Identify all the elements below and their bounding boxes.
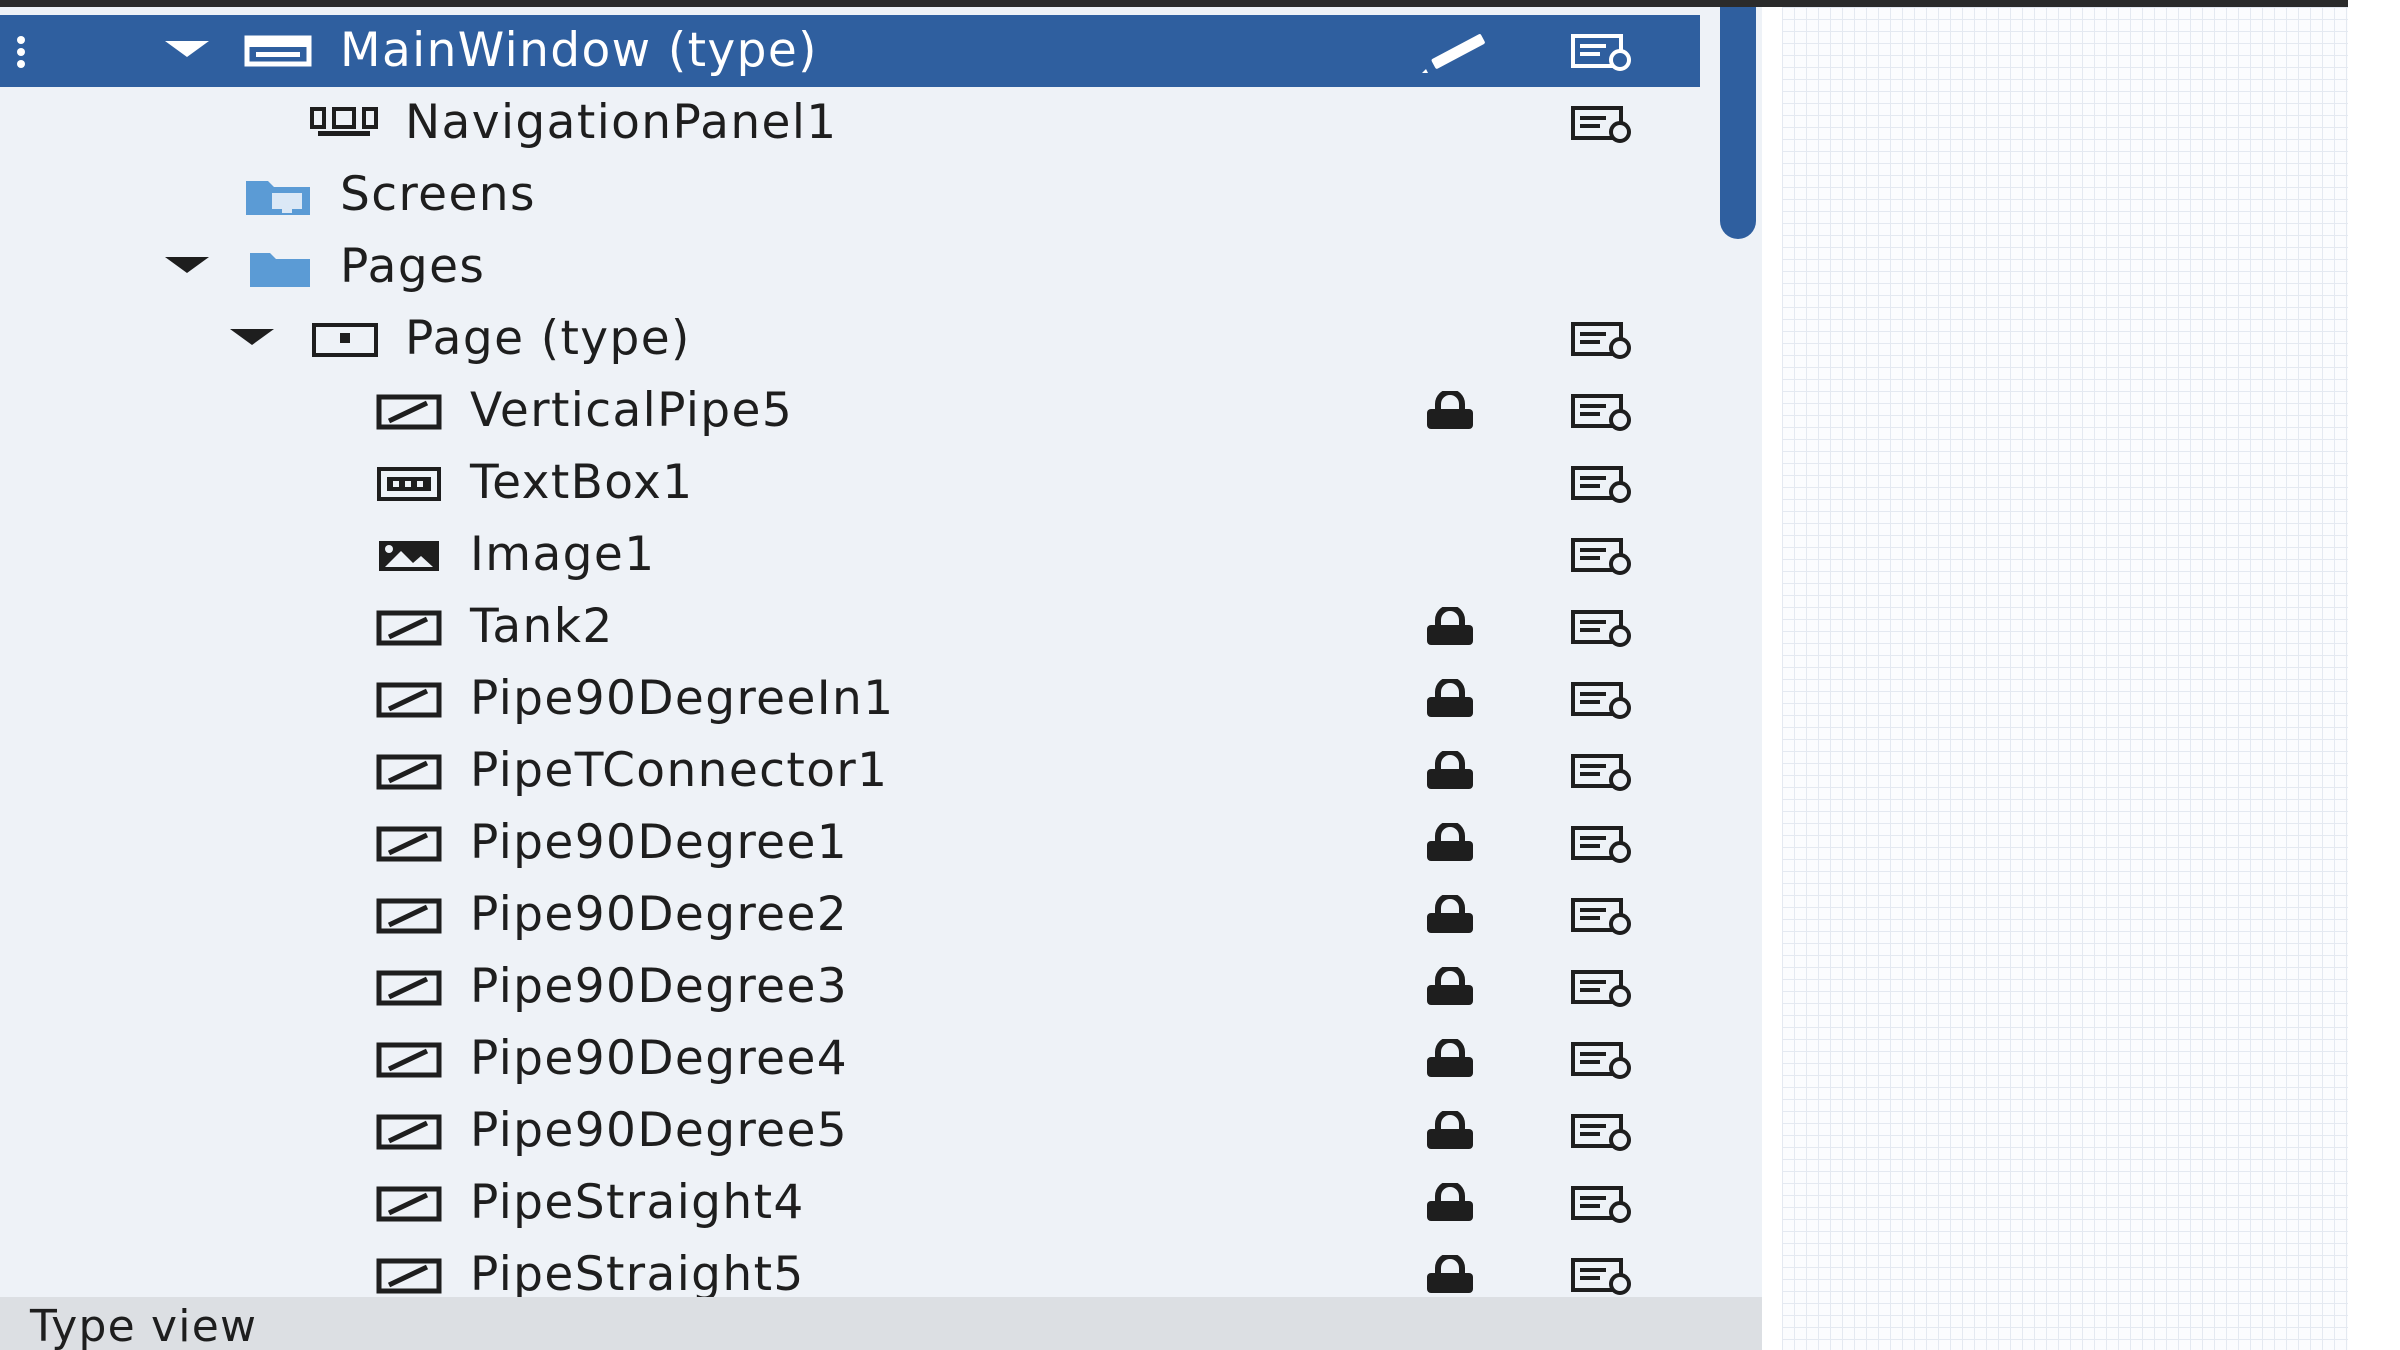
tree-row-label: NavigationPanel1	[405, 95, 838, 150]
tree-row-label: MainWindow (type)	[340, 23, 818, 78]
project-tree[interactable]: MainWindow (type) NavigationPanel1 Scree…	[0, 7, 1762, 1350]
tree-scrollbar[interactable]	[1720, 7, 1756, 239]
lock-icon[interactable]	[1423, 607, 1477, 647]
tree-row-pipe90degree5[interactable]: Pipe90Degree5	[0, 1095, 1700, 1167]
properties-icon[interactable]	[1570, 465, 1634, 503]
page-icon	[312, 323, 378, 357]
textbox-icon	[377, 467, 441, 501]
lock-icon[interactable]	[1423, 1183, 1477, 1223]
lock-icon[interactable]	[1423, 391, 1477, 431]
symbol-icon	[376, 898, 442, 934]
lock-icon[interactable]	[1423, 823, 1477, 863]
expand-arrow-icon[interactable]	[230, 329, 274, 345]
expand-arrow-icon[interactable]	[165, 257, 209, 273]
lock-icon[interactable]	[1423, 1039, 1477, 1079]
tree-row-label: Pipe90Degree1	[470, 815, 849, 870]
symbol-icon	[376, 826, 442, 862]
tree-row-label: PipeTConnector1	[470, 743, 889, 798]
kebab-menu-icon[interactable]	[14, 35, 28, 69]
properties-icon[interactable]	[1570, 537, 1634, 575]
symbol-icon	[376, 970, 442, 1006]
properties-icon[interactable]	[1570, 321, 1634, 359]
folder-icon	[250, 253, 310, 287]
lock-icon[interactable]	[1423, 751, 1477, 791]
lock-icon[interactable]	[1423, 1255, 1477, 1295]
properties-icon[interactable]	[1570, 897, 1634, 935]
tree-row-label: Page (type)	[405, 311, 691, 366]
tree-row-pipetconnector1[interactable]: PipeTConnector1	[0, 735, 1700, 807]
expand-arrow-icon[interactable]	[165, 41, 209, 57]
tree-row-label: Screens	[340, 167, 536, 222]
tree-row-pipe90degreein1[interactable]: Pipe90DegreeIn1	[0, 663, 1700, 735]
edit-pencil-icon[interactable]	[1420, 29, 1490, 73]
tree-row-label: Pipe90Degree2	[470, 887, 849, 942]
properties-icon[interactable]	[1570, 969, 1634, 1007]
properties-icon[interactable]	[1570, 33, 1634, 71]
lock-icon[interactable]	[1423, 1111, 1477, 1151]
properties-icon[interactable]	[1570, 105, 1634, 143]
lock-icon[interactable]	[1423, 679, 1477, 719]
tree-row-pipe90degree4[interactable]: Pipe90Degree4	[0, 1023, 1700, 1095]
properties-icon[interactable]	[1570, 393, 1634, 431]
screens-folder-icon	[246, 181, 310, 215]
tree-row-verticalpipe5[interactable]: VerticalPipe5	[0, 375, 1700, 447]
type-view-tab[interactable]: Type view	[0, 1297, 1762, 1350]
properties-icon[interactable]	[1570, 1257, 1634, 1295]
symbol-icon	[376, 1114, 442, 1150]
image-icon	[379, 541, 439, 571]
top-border	[0, 0, 2348, 7]
tree-row-screens[interactable]: Screens	[0, 159, 1700, 231]
tree-row-navigationpanel1[interactable]: NavigationPanel1	[0, 87, 1700, 159]
tree-row-label: Pipe90Degree3	[470, 959, 849, 1014]
lock-icon[interactable]	[1423, 895, 1477, 935]
window-icon	[244, 35, 312, 67]
tree-row-label: TextBox1	[470, 455, 694, 510]
tree-row-mainwindow[interactable]: MainWindow (type)	[0, 15, 1700, 87]
tree-row-label: Pages	[340, 239, 486, 294]
properties-icon[interactable]	[1570, 1113, 1634, 1151]
tree-row-label: Pipe90DegreeIn1	[470, 671, 895, 726]
tree-row-label: Pipe90Degree5	[470, 1103, 849, 1158]
properties-icon[interactable]	[1570, 825, 1634, 863]
symbol-icon	[376, 610, 442, 646]
tree-row-page-type[interactable]: Page (type)	[0, 303, 1700, 375]
symbol-icon	[376, 1258, 442, 1294]
tree-row-label: Tank2	[470, 599, 614, 654]
tree-row-pipe90degree1[interactable]: Pipe90Degree1	[0, 807, 1700, 879]
lock-icon[interactable]	[1423, 967, 1477, 1007]
tree-row-pipe90degree3[interactable]: Pipe90Degree3	[0, 951, 1700, 1023]
tree-row-tank2[interactable]: Tank2	[0, 591, 1700, 663]
tree-row-label: Pipe90Degree4	[470, 1031, 849, 1086]
navigation-panel-icon	[310, 107, 378, 136]
tree-row-pages[interactable]: Pages	[0, 231, 1700, 303]
tree-row-label: Image1	[470, 527, 656, 582]
tree-row-pipe90degree2[interactable]: Pipe90Degree2	[0, 879, 1700, 951]
tree-row-label: PipeStraight4	[470, 1175, 805, 1230]
properties-icon[interactable]	[1570, 753, 1634, 791]
symbol-icon	[376, 1042, 442, 1078]
properties-icon[interactable]	[1570, 609, 1634, 647]
symbol-icon	[376, 682, 442, 718]
design-canvas[interactable]	[1782, 7, 2348, 1350]
symbol-icon	[376, 394, 442, 430]
symbol-icon	[376, 1186, 442, 1222]
symbol-icon	[376, 754, 442, 790]
tree-row-label: VerticalPipe5	[470, 383, 794, 438]
properties-icon[interactable]	[1570, 1185, 1634, 1223]
tree-row-pipestraight4[interactable]: PipeStraight4	[0, 1167, 1700, 1239]
properties-icon[interactable]	[1570, 1041, 1634, 1079]
properties-icon[interactable]	[1570, 681, 1634, 719]
tree-row-image1[interactable]: Image1	[0, 519, 1700, 591]
tree-row-textbox1[interactable]: TextBox1	[0, 447, 1700, 519]
